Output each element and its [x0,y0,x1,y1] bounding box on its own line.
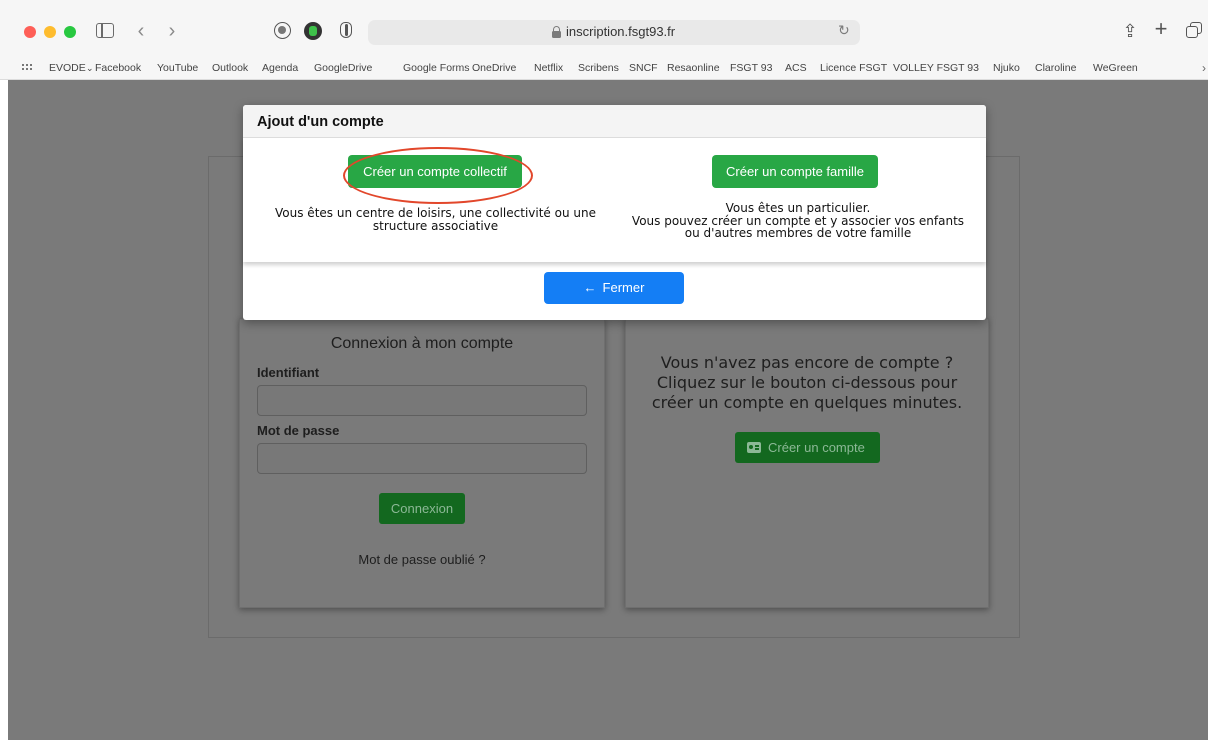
forward-arrow-icon[interactable]: › [165,20,179,42]
bookmark-fsgt93[interactable]: FSGT 93 [730,62,772,74]
chevron-down-icon[interactable]: ⌄ [86,63,94,74]
arrow-left-icon: ← [583,280,597,295]
modal-title: Ajout d'un compte [257,114,384,130]
bookmark-googledrive[interactable]: GoogleDrive [314,62,372,74]
close-modal-label: Fermer [602,280,645,295]
bookmark-google-forms[interactable]: Google Forms [403,62,470,74]
close-modal-button[interactable]: ← Fermer [544,272,684,304]
create-account-button[interactable]: Créer un compte [735,432,880,463]
forgot-password-link[interactable]: Mot de passe oublié ? [240,552,604,567]
privacy-shield-icon[interactable] [340,22,352,38]
bookmark-facebook[interactable]: Facebook [95,62,141,74]
zoom-window-button[interactable] [64,26,76,38]
close-window-button[interactable] [24,26,36,38]
bookmark-claroline[interactable]: Claroline [1035,62,1076,74]
id-card-icon [747,442,761,453]
more-bookmarks-chevron-icon[interactable]: › [1202,61,1206,75]
bookmark-njuko[interactable]: Njuko [993,62,1020,74]
page-content: Connexion à mon compte Identifiant Mot d… [8,80,1208,740]
signup-text-line: Vous n'avez pas encore de compte ? [660,353,954,372]
connexion-button[interactable]: Connexion [379,493,465,524]
bookmark-youtube[interactable]: YouTube [157,62,198,74]
sidebar-toggle-icon[interactable] [96,23,114,38]
share-icon[interactable]: ⇪ [1122,20,1138,42]
bookmark-evode[interactable]: EVODE [49,62,86,74]
reload-icon[interactable]: ↻ [838,22,850,39]
login-card: Connexion à mon compte Identifiant Mot d… [239,318,605,608]
tab-overview-icon[interactable] [1186,22,1202,38]
add-account-modal: Ajout d'un compte Créer un compte collec… [243,105,986,320]
signup-card: Vous n'avez pas encore de compte ? Cliqu… [625,318,989,608]
modal-body: Créer un compte collectif Vous êtes un c… [243,138,986,262]
bookmarks-bar: EVODE ⌄ Facebook YouTube Outlook Agenda … [0,58,1208,80]
bookmark-licence-fsgt[interactable]: Licence FSGT [820,62,887,74]
signup-text-line: créer un compte en quelques minutes. [651,393,963,412]
description-line: Vous êtes un particulier. [725,201,871,215]
bookmark-netflix[interactable]: Netflix [534,62,563,74]
description-line: structure associative [372,218,499,233]
signup-text: Vous n'avez pas encore de compte ? Cliqu… [626,353,988,413]
bookmark-scribens[interactable]: Scribens [578,62,619,74]
create-family-account-button[interactable]: Créer un compte famille [712,155,878,188]
bookmark-agenda[interactable]: Agenda [262,62,298,74]
bookmark-acs[interactable]: ACS [785,62,807,74]
url-text[interactable]: inscription.fsgt93.fr [566,24,675,39]
bookmark-outlook[interactable]: Outlook [212,62,248,74]
bookmark-onedrive[interactable]: OneDrive [472,62,516,74]
identifiant-input[interactable] [257,385,587,416]
password-input[interactable] [257,443,587,474]
bookmark-resaonline[interactable]: Resaonline [667,62,720,74]
identifiant-label: Identifiant [257,365,320,380]
description-line: Vous êtes un centre de loisirs, une coll… [275,206,596,220]
description-line: ou d'autres membres de votre famille [684,226,912,240]
browser-window: ‹ › inscription.fsgt93.fr ↻ ⇪ + EVODE ⌄ … [0,0,1208,740]
create-account-label: Créer un compte [768,440,865,455]
login-title: Connexion à mon compte [330,335,514,352]
lock-icon [552,26,561,38]
bookmark-volley-fsgt93[interactable]: VOLLEY FSGT 93 [893,62,979,74]
new-tab-icon[interactable]: + [1153,18,1169,40]
bookmark-sncf[interactable]: SNCF [629,62,658,74]
family-description: Vous êtes un particulier. Vous pouvez cr… [623,202,973,240]
modal-header: Ajout d'un compte [243,105,986,138]
signup-text-line: Cliquez sur le bouton ci-dessous pour [656,373,958,392]
highlight-annotation-circle [343,147,533,204]
minimize-window-button[interactable] [44,26,56,38]
apps-grid-icon[interactable] [22,64,33,73]
extension-icon[interactable] [274,22,291,39]
back-arrow-icon[interactable]: ‹ [134,20,148,42]
collective-description: Vous êtes un centre de loisirs, une coll… [253,207,618,232]
address-bar[interactable]: inscription.fsgt93.fr ↻ [368,20,860,45]
extension-icon[interactable] [304,22,322,40]
password-label: Mot de passe [257,423,340,438]
bookmark-wegreen[interactable]: WeGreen [1093,62,1138,74]
modal-footer: ← Fermer [243,262,986,320]
browser-toolbar: ‹ › inscription.fsgt93.fr ↻ ⇪ + [0,0,1208,58]
